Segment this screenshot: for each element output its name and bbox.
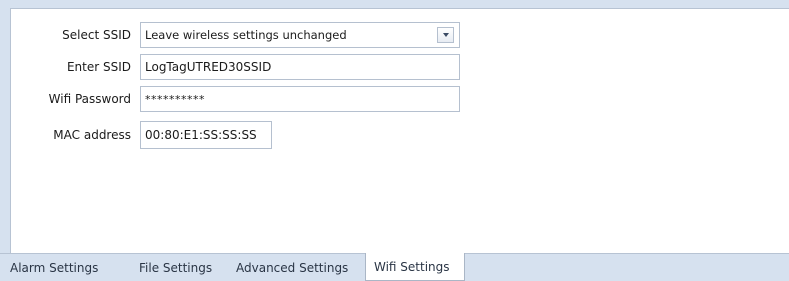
- select-ssid-dropdown[interactable]: Leave wireless settings unchanged: [140, 22, 460, 48]
- wifi-password-value: **********: [145, 92, 205, 106]
- tab-wifi-settings[interactable]: Wifi Settings: [365, 253, 465, 281]
- chevron-down-icon: [442, 33, 449, 37]
- tab-file-settings[interactable]: File Settings: [139, 254, 212, 281]
- mac-address-label: MAC address: [53, 128, 131, 142]
- enter-ssid-value: LogTagUTRED30SSID: [145, 60, 272, 74]
- mac-address-field: 00:80:E1:SS:SS:SS: [140, 121, 272, 149]
- select-ssid-label: Select SSID: [62, 28, 131, 42]
- dropdown-button[interactable]: [437, 27, 454, 43]
- tab-advanced-settings[interactable]: Advanced Settings: [236, 254, 348, 281]
- tab-alarm-settings[interactable]: Alarm Settings: [10, 254, 98, 281]
- wifi-password-label: Wifi Password: [48, 92, 131, 106]
- select-ssid-value: Leave wireless settings unchanged: [145, 28, 347, 42]
- mac-address-value: 00:80:E1:SS:SS:SS: [145, 128, 257, 142]
- enter-ssid-input[interactable]: LogTagUTRED30SSID: [140, 54, 460, 80]
- enter-ssid-label: Enter SSID: [66, 60, 131, 74]
- tab-strip: Alarm Settings File Settings Advanced Se…: [0, 253, 789, 281]
- wifi-password-input[interactable]: **********: [140, 86, 460, 112]
